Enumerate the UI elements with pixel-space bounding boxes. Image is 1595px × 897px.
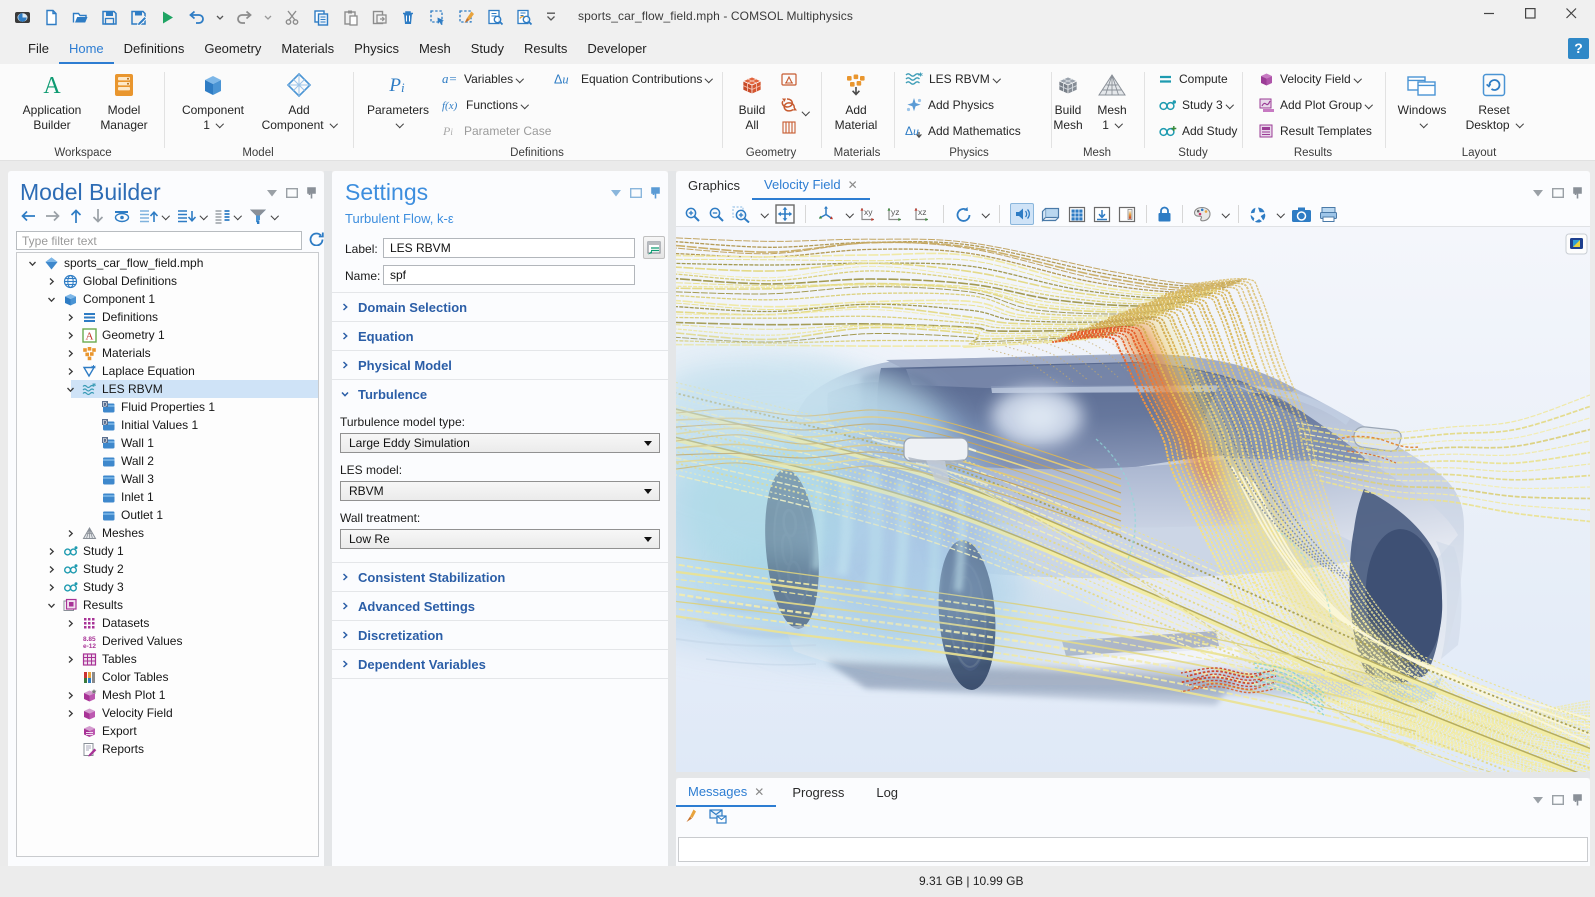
svg-text:Pi: Pi — [388, 75, 405, 96]
svg-text:Δu: Δu — [905, 124, 919, 138]
svg-text:D: D — [103, 402, 108, 408]
svg-text:yz: yz — [891, 207, 900, 217]
svg-text:8.85: 8.85 — [83, 636, 96, 643]
svg-text:A: A — [43, 73, 61, 98]
svg-text:xz: xz — [918, 207, 927, 217]
svg-text:D: D — [103, 438, 108, 444]
svg-text:f(x): f(x) — [442, 100, 458, 112]
svg-text:a=: a= — [442, 72, 457, 86]
svg-text:D: D — [103, 420, 108, 426]
svg-text:A: A — [86, 330, 94, 342]
svg-text:xy: xy — [864, 207, 873, 217]
svg-text:Δu: Δu — [554, 72, 569, 86]
svg-text:Pi: Pi — [442, 124, 453, 138]
svg-text:e-12: e-12 — [83, 643, 96, 649]
